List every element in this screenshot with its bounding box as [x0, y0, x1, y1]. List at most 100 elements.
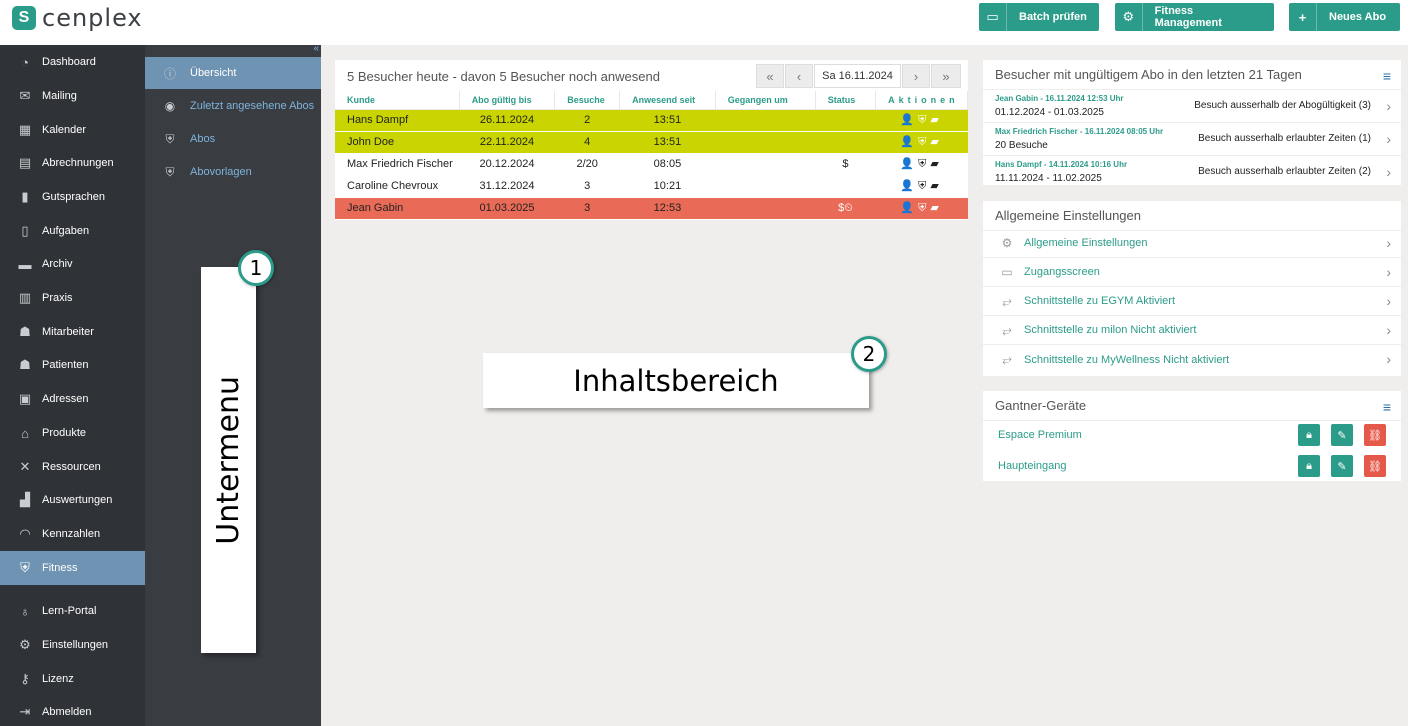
- next-day-button[interactable]: ›: [902, 64, 930, 88]
- collapse-icon[interactable]: «: [313, 43, 319, 54]
- sidebar-item-label: Patienten: [42, 359, 89, 371]
- table-row[interactable]: Hans Dampf 26.11.2024 2 13:51 👤⛨▰: [335, 109, 968, 132]
- first-day-button[interactable]: «: [756, 64, 784, 88]
- batch-check-label: Batch prüfen: [1019, 11, 1087, 23]
- sidebar-item-lizenz[interactable]: ⚷ Lizenz: [0, 662, 145, 696]
- submenu-annotation-label: Untermenu: [211, 375, 246, 545]
- invalid-visitors-header: Besucher mit ungültigem Abo in den letzt…: [983, 60, 1401, 90]
- visitors-title: 5 Besucher heute - davon 5 Besucher noch…: [347, 69, 660, 84]
- table-row[interactable]: John Doe 22.11.2024 4 13:51 👤⛨▰: [335, 131, 968, 154]
- table-row[interactable]: Jean Gabin 01.03.2025 3 12:53 $⏲ 👤⛨▰: [335, 197, 968, 220]
- invalid-visitors-title: Besucher mit ungültigem Abo in den letzt…: [995, 67, 1302, 82]
- status-icons: [815, 131, 876, 154]
- sidebar-item-produkte[interactable]: ⌂ Produkte: [0, 416, 145, 450]
- sidebar-item-gutsprachen[interactable]: ▮ Gutsprachen: [0, 180, 145, 214]
- sidebar-item-aufgaben[interactable]: ▯ Aufgaben: [0, 214, 145, 248]
- clipboard-icon: ▯: [21, 223, 29, 238]
- valid-until: 22.11.2024: [459, 131, 555, 154]
- status-icons: [815, 175, 876, 198]
- device-name[interactable]: Haupteingang: [998, 460, 1067, 472]
- invalid-visit-row[interactable]: Hans Dampf - 14.11.2024 10:16 Uhr 11.11.…: [983, 156, 1401, 189]
- action-icons[interactable]: 👤⛨▰: [875, 175, 968, 198]
- invalid-visit-head[interactable]: Hans Dampf - 14.11.2024 10:16 Uhr: [995, 160, 1127, 169]
- sidebar-item-fitness[interactable]: ⛨ Fitness: [0, 551, 145, 585]
- chevron-right-icon[interactable]: ›: [1386, 98, 1391, 114]
- sidebar-item-label: Kalender: [42, 124, 87, 136]
- column-header[interactable]: Gegangen um: [715, 91, 816, 110]
- settings-row-general[interactable]: ⚙ Allgemeine Einstellungen ›: [983, 229, 1401, 258]
- last-day-button[interactable]: »: [931, 64, 961, 88]
- sidebar-item-dashboard[interactable]: ◔ Dashboard: [0, 45, 145, 79]
- lock-button[interactable]: 🔒︎: [1298, 455, 1320, 477]
- device-name[interactable]: Espace Premium: [998, 429, 1082, 441]
- sidebar-item-label: Abmelden: [42, 706, 92, 718]
- column-header[interactable]: Status: [815, 91, 877, 110]
- general-settings-panel: Allgemeine Einstellungen ⚙ Allgemeine Ei…: [983, 201, 1401, 376]
- sidebar-item-label: Praxis: [42, 292, 73, 304]
- previous-day-button[interactable]: ‹: [785, 64, 813, 88]
- action-icons[interactable]: 👤⛨▰: [875, 197, 968, 220]
- sidebar-item-auswertungen[interactable]: ▟ Auswertungen: [0, 483, 145, 517]
- cenplex-logo[interactable]: S cenplex: [12, 4, 143, 32]
- sidebar-item-archiv[interactable]: ▬ Archiv: [0, 247, 145, 281]
- column-header[interactable]: Kunde: [335, 91, 460, 110]
- column-header[interactable]: Anwesend seit: [619, 91, 716, 110]
- invalid-visit-reason: Besuch ausserhalb erlaubter Zeiten (2): [1198, 166, 1371, 177]
- visit-count: 2: [554, 109, 620, 132]
- valid-until: 20.12.2024: [459, 153, 555, 176]
- settings-row-milon[interactable]: ⥂ Schnittstelle zu milon Nicht aktiviert…: [983, 316, 1401, 345]
- sidebar-item-adressen[interactable]: ▣ Adressen: [0, 382, 145, 416]
- sidebar-item-patienten[interactable]: ☗ Patienten: [0, 348, 145, 382]
- gear-icon: ⚙: [1115, 3, 1143, 31]
- unlink-button[interactable]: ⛓: [1364, 424, 1386, 446]
- submenu-item-subscriptions[interactable]: ⛨ Abos: [145, 123, 321, 155]
- visit-count: 3: [554, 175, 620, 198]
- shield-list-icon: ⛨: [165, 164, 175, 179]
- chevron-right-icon[interactable]: ›: [1386, 131, 1391, 147]
- lock-button[interactable]: 🔒︎: [1298, 424, 1320, 446]
- menu-icon[interactable]: ≡: [1383, 399, 1391, 415]
- action-icons[interactable]: 👤⛨▰: [875, 153, 968, 176]
- unlink-button[interactable]: ⛓: [1364, 455, 1386, 477]
- submenu-item-recent-subscriptions[interactable]: ◉ Zuletzt angesehene Abos: [145, 90, 321, 122]
- fitness-management-button[interactable]: ⚙ Fitness Management: [1115, 3, 1274, 31]
- invalid-visit-row[interactable]: Jean Gabin - 16.11.2024 12:53 Uhr 01.12.…: [983, 90, 1401, 123]
- sidebar-item-praxis[interactable]: ▥ Praxis: [0, 281, 145, 315]
- action-icons[interactable]: 👤⛨▰: [875, 131, 968, 154]
- invalid-visit-sub: 20 Besuche: [995, 140, 1048, 151]
- invalid-visit-row[interactable]: Max Friedrich Fischer - 16.11.2024 08:05…: [983, 123, 1401, 156]
- column-header[interactable]: Abo gültig bis: [459, 91, 556, 110]
- sidebar-item-kalender[interactable]: ▦ Kalender: [0, 113, 145, 147]
- invalid-visit-head[interactable]: Max Friedrich Fischer - 16.11.2024 08:05…: [995, 127, 1163, 136]
- invalid-visit-head[interactable]: Jean Gabin - 16.11.2024 12:53 Uhr: [995, 94, 1124, 103]
- column-header[interactable]: Besuche: [554, 91, 621, 110]
- sidebar-item-lern-portal[interactable]: ♁ Lern-Portal: [0, 594, 145, 628]
- batch-check-button[interactable]: ▭ Batch prüfen: [979, 3, 1099, 31]
- edit-button[interactable]: ✎: [1331, 424, 1353, 446]
- menu-icon[interactable]: ≡: [1383, 68, 1391, 84]
- new-subscription-button[interactable]: + Neues Abo: [1289, 3, 1400, 31]
- settings-row-label: Schnittstelle zu milon Nicht aktiviert: [1024, 324, 1197, 336]
- settings-row-access-screen[interactable]: ▭ Zugangsscreen ›: [983, 258, 1401, 287]
- date-display[interactable]: Sa 16.11.2024: [814, 64, 901, 88]
- sidebar-item-ressourcen[interactable]: ✕ Ressourcen: [0, 450, 145, 484]
- sidebar-item-einstellungen[interactable]: ⚙ Einstellungen: [0, 628, 145, 662]
- sidebar-item-mailing[interactable]: ✉ Mailing: [0, 79, 145, 113]
- submenu-item-overview[interactable]: ⓘ Übersicht: [145, 57, 321, 89]
- settings-row-egym[interactable]: ⥂ Schnittstelle zu EGYM Aktiviert ›: [983, 287, 1401, 316]
- edit-button[interactable]: ✎: [1331, 455, 1353, 477]
- chevron-right-icon[interactable]: ›: [1386, 164, 1391, 180]
- sidebar-item-abmelden[interactable]: ⇥ Abmelden: [0, 695, 145, 726]
- annotation-badge-1: 1: [238, 250, 274, 286]
- sidebar-item-abrechnungen[interactable]: ▤ Abrechnungen: [0, 146, 145, 180]
- key-icon: ⚷: [20, 671, 30, 686]
- sidebar-item-kennzahlen[interactable]: ◠ Kennzahlen: [0, 517, 145, 551]
- table-row[interactable]: Caroline Chevroux 31.12.2024 3 10:21 👤⛨▰: [335, 175, 968, 198]
- submenu-item-subscription-templates[interactable]: ⛨ Abovorlagen: [145, 156, 321, 188]
- settings-row-mywellness[interactable]: ⥂ Schnittstelle zu MyWellness Nicht akti…: [983, 345, 1401, 374]
- table-row[interactable]: Max Friedrich Fischer 20.12.2024 2/20 08…: [335, 153, 968, 176]
- screen-icon: ▭: [1001, 265, 1013, 279]
- action-icons[interactable]: 👤⛨▰: [875, 109, 968, 132]
- column-header[interactable]: Aktionen: [875, 91, 968, 110]
- sidebar-item-mitarbeiter[interactable]: ☗ Mitarbeiter: [0, 315, 145, 349]
